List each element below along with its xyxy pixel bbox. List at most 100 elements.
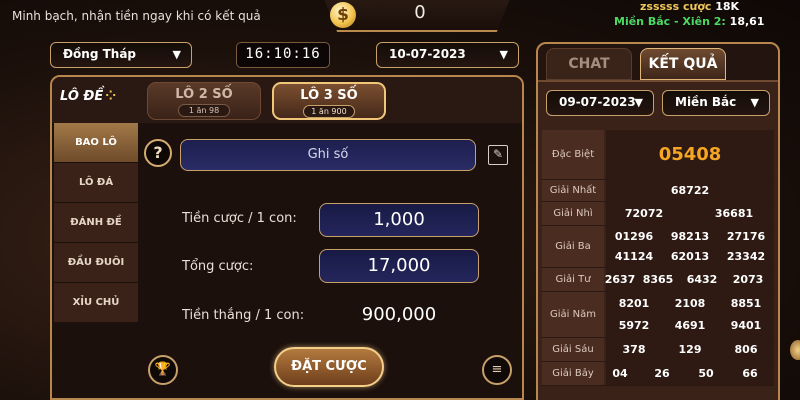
total-value-box: 17,000: [319, 249, 479, 283]
menu-item-dau-duoi[interactable]: ĐẦU ĐUÔI: [54, 243, 138, 283]
result-row-giai-bay: Giải Bảy 04 26 50 66: [542, 362, 774, 386]
result-number: 378: [622, 343, 646, 356]
menu-item-lo-da[interactable]: LÔ ĐÁ: [54, 163, 138, 203]
result-values: 68722: [606, 180, 774, 201]
result-label: Giải Sáu: [542, 338, 604, 361]
result-row-giai-tu: Giải Tư 2637 8365 6432 2073: [542, 268, 774, 292]
result-label: Giải Năm: [542, 292, 604, 337]
receipt-icon[interactable]: ≡: [482, 355, 512, 385]
results-date-select[interactable]: 09-07-2023 ▼: [546, 90, 654, 116]
chevron-down-icon: ▼: [172, 48, 181, 61]
result-number: 41124: [614, 250, 654, 263]
result-number: 8201: [618, 297, 650, 310]
result-number: 36681: [714, 207, 754, 220]
place-bet-button[interactable]: ĐẶT CƯỢC: [274, 347, 384, 387]
result-number: 72072: [624, 207, 664, 220]
menu-item-danh-de[interactable]: ĐÁNH ĐỀ: [54, 203, 138, 243]
ticker-amount: 18K: [715, 0, 740, 13]
results-region-value: Miền Bắc: [675, 95, 737, 109]
result-values: 8201 2108 8851 5972 4691 9401: [606, 292, 774, 337]
results-table: Đặc Biệt 05408 Giải Nhất 68722 Giải Nhì …: [542, 130, 774, 386]
result-label: Giải Nhì: [542, 202, 604, 225]
result-row-giai-nhat: Giải Nhất 68722: [542, 180, 774, 202]
bet-per-label: Tiền cược / 1 con:: [182, 211, 297, 226]
result-number: 68722: [670, 184, 710, 197]
tab-ket-qua[interactable]: KẾT QUẢ: [640, 48, 726, 80]
ticker-line-1: zsssss cược 18K: [640, 0, 739, 13]
menu-item-xiu-chu[interactable]: XỈU CHỦ: [54, 283, 138, 323]
tab-odds: 1 ăn 900: [303, 105, 355, 118]
result-values: 2637 8365 6432 2073: [605, 268, 774, 291]
result-number: 806: [734, 343, 758, 356]
result-number: 9401: [730, 319, 762, 332]
result-number: 23342: [726, 250, 766, 263]
balance-value: 0: [414, 2, 426, 23]
number-input[interactable]: Ghi số: [180, 139, 476, 171]
win-label: Tiền thắng / 1 con:: [182, 308, 305, 323]
chevron-down-icon: ▼: [634, 96, 643, 109]
result-number: 4691: [674, 319, 706, 332]
results-date-value: 09-07-2023: [559, 95, 636, 109]
date-value: 10-07-2023: [389, 47, 466, 61]
result-number: 66: [742, 367, 758, 380]
result-number: 27176: [726, 230, 766, 243]
chevron-down-icon: ▼: [750, 96, 759, 109]
side-coin-icon[interactable]: [790, 340, 800, 360]
date-select[interactable]: 10-07-2023 ▼: [376, 42, 519, 68]
edit-icon[interactable]: ✎: [488, 145, 508, 165]
result-number: 129: [678, 343, 702, 356]
ticker-region: Miền Bắc - Xiên 2:: [614, 15, 726, 28]
special-prize-number: 05408: [658, 144, 722, 165]
result-number: 01296: [614, 230, 654, 243]
result-values: 05408: [606, 130, 774, 179]
tab-chat[interactable]: CHAT: [546, 48, 632, 80]
total-label: Tổng cược:: [182, 259, 254, 274]
bet-per-input[interactable]: 1,000: [319, 203, 479, 237]
result-row-giai-nhi: Giải Nhì 72072 36681: [542, 202, 774, 226]
result-number: 98213: [670, 230, 710, 243]
help-icon[interactable]: ?: [144, 139, 172, 167]
result-row-dac-biet: Đặc Biệt 05408: [542, 130, 774, 180]
result-number: 62013: [670, 250, 710, 263]
ticker-line-2: Miền Bắc - Xiên 2: 18,61: [614, 15, 764, 28]
province-select[interactable]: Đồng Tháp ▼: [50, 42, 192, 68]
result-values: 01296 98213 27176 41124 62013 23342: [606, 226, 774, 267]
result-values: 04 26 50 66: [606, 362, 774, 385]
tagline: Minh bạch, nhận tiền ngay khi có kết quả: [12, 9, 261, 23]
countdown-clock: 16:10:16: [236, 42, 330, 68]
result-number: 2108: [674, 297, 706, 310]
tab-label: LÔ 3 SỐ: [300, 88, 358, 103]
ticker-value: 18,61: [729, 15, 765, 28]
menu-item-bao-lo[interactable]: BAO LÔ: [54, 123, 138, 163]
logo-dice-icon: ⁘: [105, 89, 117, 104]
result-row-giai-nam: Giải Năm 8201 2108 8851 5972 4691 9401: [542, 292, 774, 338]
bet-type-menu: BAO LÔ LÔ ĐÁ ĐÁNH ĐỀ ĐẦU ĐUÔI XỈU CHỦ: [54, 123, 138, 323]
result-label: Giải Ba: [542, 226, 604, 267]
game-panel: LÔ ĐỀ ⁘ LÔ 2 SỐ 1 ăn 98 LÔ 3 SỐ 1 ăn 900 …: [50, 75, 524, 400]
lo-de-logo: LÔ ĐỀ ⁘: [60, 89, 132, 113]
result-values: 378 129 806: [606, 338, 774, 361]
chevron-down-icon: ▼: [499, 48, 508, 61]
win-value: 900,000: [361, 304, 437, 325]
result-row-giai-sau: Giải Sáu 378 129 806: [542, 338, 774, 362]
bet-ticker: zsssss cược 18K Miền Bắc - Xiên 2: 18,61: [612, 0, 800, 32]
result-number: 5972: [618, 319, 650, 332]
game-tabs-row: LÔ ĐỀ ⁘ LÔ 2 SỐ 1 ăn 98 LÔ 3 SỐ 1 ăn 900: [52, 77, 522, 123]
result-number: 2073: [732, 273, 764, 286]
result-label: Giải Nhất: [542, 180, 604, 201]
ticker-user: zsssss cược: [640, 0, 712, 13]
tab-label: LÔ 2 SỐ: [175, 87, 233, 102]
tab-odds: 1 ăn 98: [178, 104, 230, 117]
tab-lo-2-so[interactable]: LÔ 2 SỐ 1 ăn 98: [147, 82, 261, 120]
results-body: 09-07-2023 ▼ Miền Bắc ▼ Đặc Biệt 05408 G…: [538, 80, 778, 400]
result-values: 72072 36681: [606, 202, 774, 225]
tab-lo-3-so[interactable]: LÔ 3 SỐ 1 ăn 900: [272, 82, 386, 120]
logo-text: LÔ ĐỀ: [60, 89, 104, 104]
results-region-select[interactable]: Miền Bắc ▼: [662, 90, 770, 116]
coin-icon: $: [330, 2, 356, 28]
province-value: Đồng Tháp: [63, 47, 137, 61]
results-panel: CHAT KẾT QUẢ 09-07-2023 ▼ Miền Bắc ▼ Đặc…: [536, 42, 780, 400]
trophy-icon[interactable]: 🏆: [148, 355, 178, 385]
result-row-giai-ba: Giải Ba 01296 98213 27176 41124 62013 23…: [542, 226, 774, 268]
top-bar: Minh bạch, nhận tiền ngay khi có kết quả…: [0, 0, 800, 40]
